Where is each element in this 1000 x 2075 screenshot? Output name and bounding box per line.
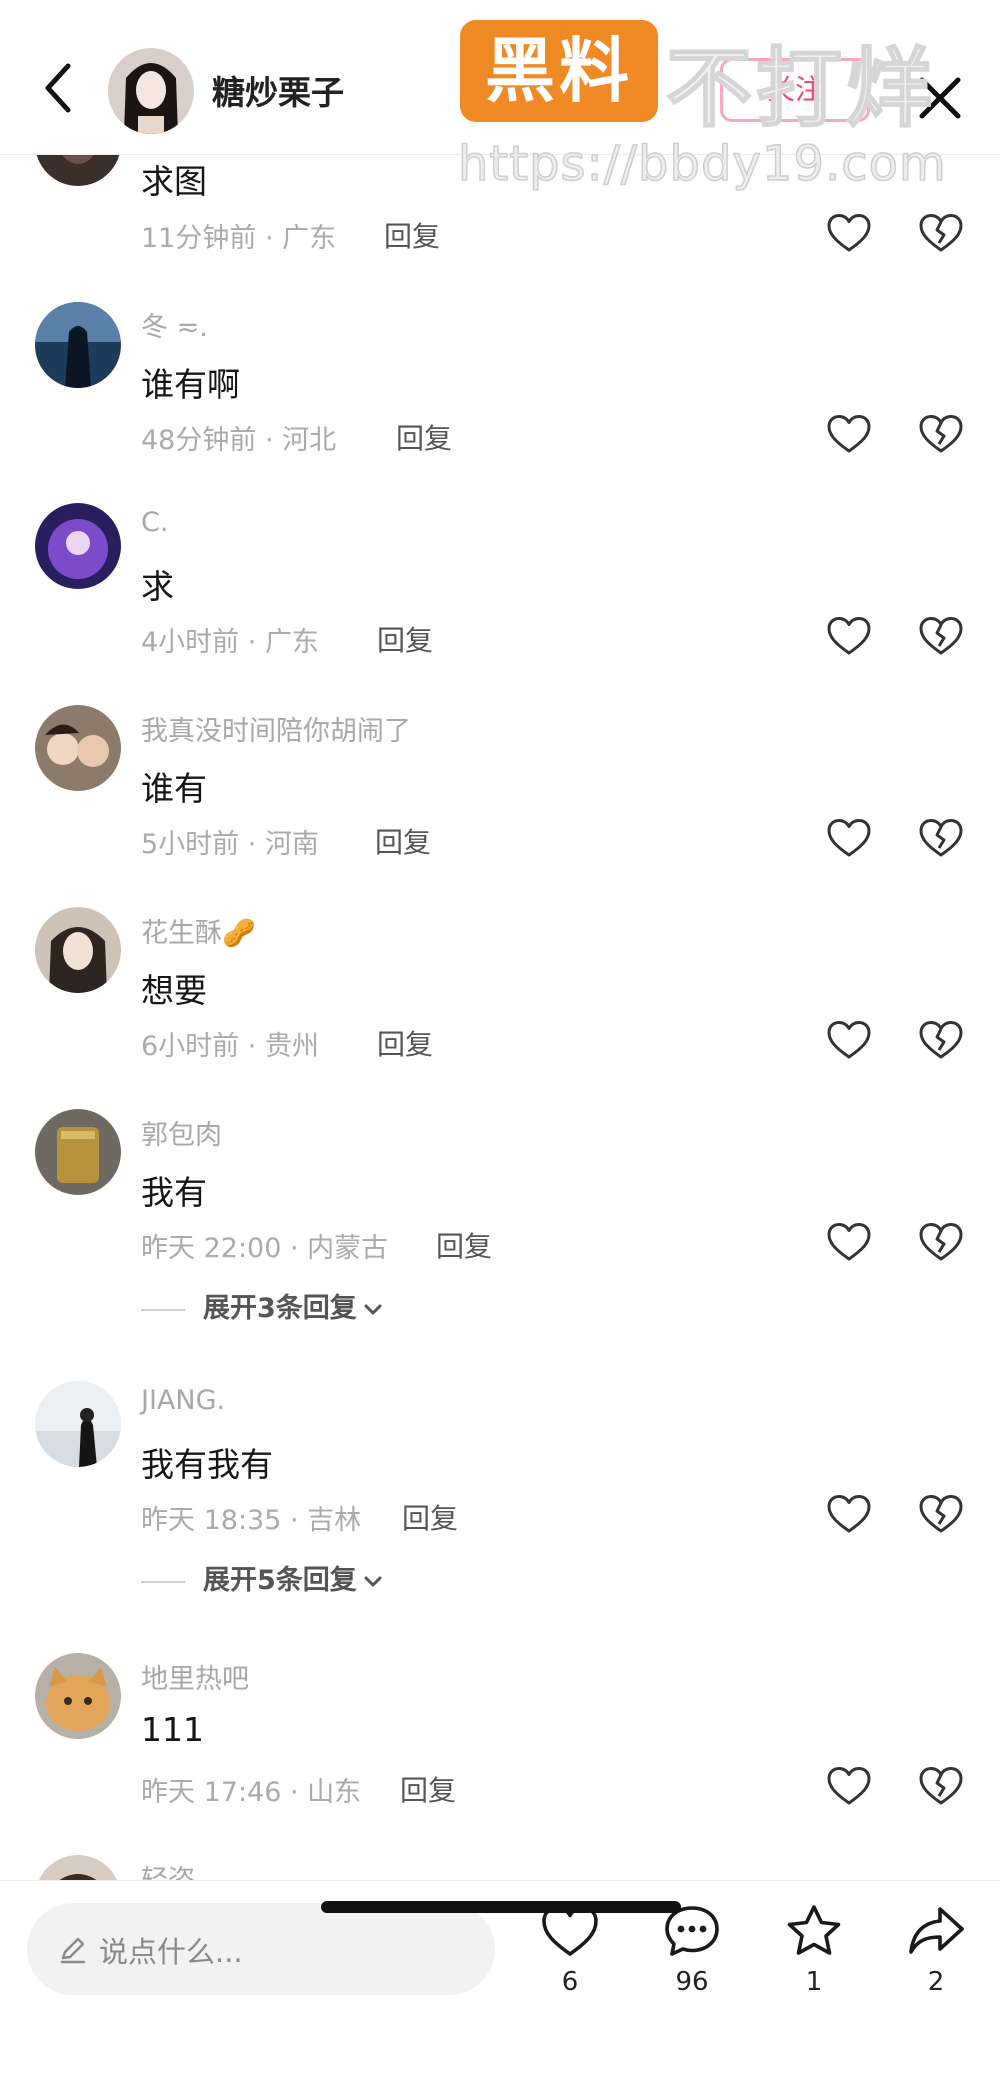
pen-icon — [57, 1933, 89, 1965]
comment-action[interactable]: 96 — [652, 1903, 732, 2013]
comment-meta: 48分钟前 · 河北 — [141, 425, 337, 456]
comment-text: 我有 — [141, 1173, 207, 1212]
comment-meta: 11分钟前 · 广东 — [141, 223, 337, 254]
expand-label: 展开3条回复 — [203, 1293, 357, 1324]
star-icon — [784, 1903, 844, 1959]
author-avatar[interactable] — [108, 48, 194, 134]
comment-count: 96 — [675, 1967, 709, 1997]
heart-icon[interactable] — [826, 1493, 872, 1535]
comment-meta: 4小时前 · 广东 — [141, 627, 319, 658]
home-indicator[interactable] — [321, 1901, 681, 1913]
heart-icon[interactable] — [826, 212, 872, 254]
comment-meta: 昨天 22:00 · 内蒙古 — [141, 1233, 389, 1264]
commenter-name[interactable]: C. — [141, 507, 168, 538]
chevron-down-icon — [363, 1303, 383, 1317]
broken-heart-icon[interactable] — [918, 1221, 964, 1263]
favorite-count: 1 — [805, 1967, 823, 1997]
expand-label: 展开5条回复 — [203, 1565, 357, 1596]
comment-text: 谁有啊 — [141, 365, 240, 404]
comment-meta: 5小时前 · 河南 — [141, 829, 319, 860]
commenter-avatar[interactable] — [35, 907, 121, 993]
heart-icon[interactable] — [826, 615, 872, 657]
heart-icon[interactable] — [826, 413, 872, 455]
divider — [141, 1308, 185, 1311]
heart-icon[interactable] — [826, 817, 872, 859]
commenter-name[interactable]: 冬 ≂. — [141, 305, 208, 344]
commenter-avatar[interactable] — [35, 1653, 121, 1739]
comment-text: 求图 — [141, 162, 207, 201]
comment-text: 想要 — [141, 971, 207, 1010]
commenter-name[interactable]: 我真没时间陪你胡闹了 — [141, 709, 411, 748]
commenter-avatar[interactable] — [35, 705, 121, 791]
broken-heart-icon[interactable] — [918, 1493, 964, 1535]
broken-heart-icon[interactable] — [918, 615, 964, 657]
share-arrow-icon — [906, 1903, 966, 1959]
back-arrow-icon[interactable] — [38, 58, 78, 118]
comment-input[interactable]: 说点什么... — [27, 1903, 495, 1995]
favorite-action[interactable]: 1 — [774, 1903, 854, 2013]
watermark-url: https://bbdy19.com — [457, 135, 947, 193]
author-name[interactable]: 糖炒栗子 — [212, 66, 344, 114]
commenter-name[interactable]: 郭包肉 — [141, 1113, 222, 1152]
heart-icon[interactable] — [826, 1019, 872, 1061]
commenter-name[interactable]: 花生酥🥜 — [141, 911, 256, 950]
broken-heart-icon[interactable] — [918, 413, 964, 455]
reply-button[interactable]: 回复 — [396, 417, 452, 457]
heart-icon[interactable] — [826, 1221, 872, 1263]
reply-button[interactable]: 回复 — [384, 215, 440, 255]
broken-heart-icon[interactable] — [918, 817, 964, 859]
commenter-name[interactable]: JIANG. — [141, 1385, 225, 1416]
watermark-badge: 黑料 — [460, 20, 658, 122]
reply-button[interactable]: 回复 — [402, 1497, 458, 1537]
reply-button[interactable]: 回复 — [375, 821, 431, 861]
reply-button[interactable]: 回复 — [436, 1225, 492, 1265]
comment-text: 谁有 — [141, 769, 207, 808]
commenter-avatar[interactable] — [35, 1381, 121, 1467]
comment-text: 求 — [141, 567, 174, 606]
divider — [141, 1580, 185, 1583]
like-count: 6 — [561, 1967, 579, 1997]
share-action[interactable]: 2 — [896, 1903, 976, 2013]
broken-heart-icon[interactable] — [918, 1019, 964, 1061]
broken-heart-icon[interactable] — [918, 212, 964, 254]
commenter-name[interactable]: 地里热吧 — [141, 1657, 249, 1696]
heart-icon[interactable] — [826, 1765, 872, 1807]
comment-text: 111 — [141, 1710, 204, 1749]
comment-meta: 昨天 17:46 · 山东 — [141, 1777, 362, 1808]
watermark-text: 不打烊 — [665, 38, 936, 140]
commenter-avatar[interactable] — [35, 503, 121, 589]
reply-button[interactable]: 回复 — [377, 619, 433, 659]
comment-meta: 6小时前 · 贵州 — [141, 1031, 319, 1062]
reply-button[interactable]: 回复 — [400, 1769, 456, 1809]
share-count: 2 — [927, 1967, 945, 1997]
like-action[interactable]: 6 — [530, 1903, 610, 2013]
commenter-avatar[interactable] — [35, 1109, 121, 1195]
commenter-avatar[interactable] — [35, 302, 121, 388]
expand-replies-button[interactable]: 展开3条回复 — [141, 1286, 383, 1325]
input-placeholder: 说点什么... — [99, 1935, 243, 1969]
broken-heart-icon[interactable] — [918, 1765, 964, 1807]
reply-button[interactable]: 回复 — [377, 1023, 433, 1063]
expand-replies-button[interactable]: 展开5条回复 — [141, 1558, 383, 1597]
chevron-down-icon — [363, 1575, 383, 1589]
comment-text: 我有我有 — [141, 1445, 273, 1484]
comment-meta: 昨天 18:35 · 吉林 — [141, 1505, 362, 1536]
